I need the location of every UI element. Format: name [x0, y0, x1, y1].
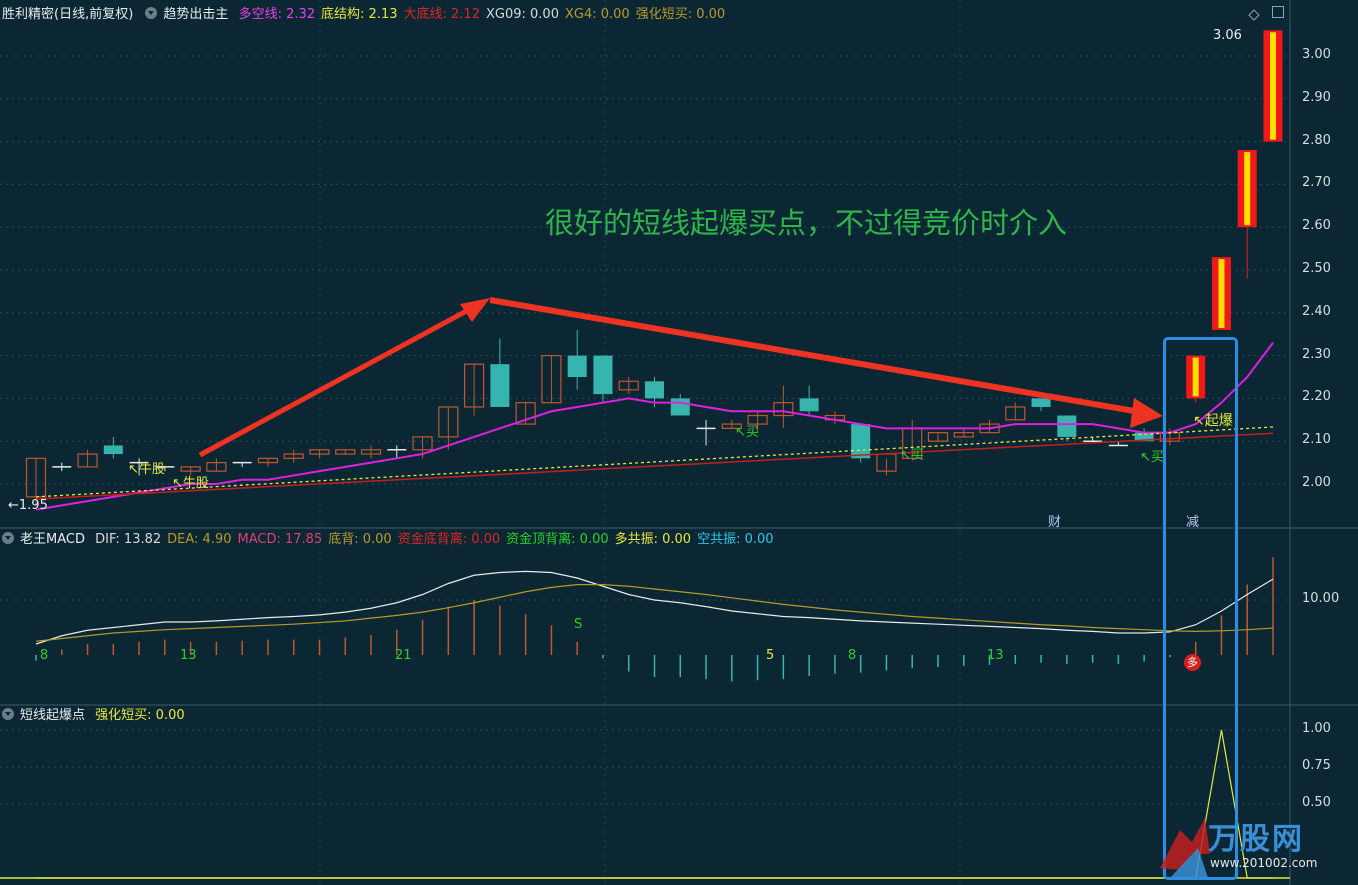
dropdown-icon[interactable] — [2, 708, 14, 720]
price-tick-label: 3.00 — [1302, 47, 1331, 62]
limit-up-candle-core — [1218, 259, 1225, 328]
header_macd-item: DEA: 4.90 — [167, 532, 232, 547]
burst-tick-label: 1.00 — [1302, 721, 1331, 736]
macd-count-label: 13 — [180, 648, 197, 663]
limit-up-candle-core — [1244, 152, 1251, 226]
price-tick-label: 2.10 — [1302, 432, 1331, 448]
burst-tick-label: 0.75 — [1302, 758, 1331, 773]
indicator-lines — [35, 342, 1274, 511]
macd-pane-header: 老王MACD DIF: 13.82 DEA: 4.90 MACD: 17.85 底背:… — [0, 529, 786, 551]
header_macd-item: 底背: 0.00 — [328, 532, 392, 547]
candle-down — [670, 398, 690, 416]
macd-count-label: 8 — [40, 648, 49, 663]
header_main-item: 多空线: 2.32 — [238, 7, 316, 22]
header_burst-item: 强化短买: 0.00 — [95, 708, 185, 723]
header_macd-item: MACD: 17.85 — [237, 532, 323, 547]
buy-signal-label: ↖买 — [900, 448, 924, 463]
candle-down — [799, 398, 819, 412]
macd-count-label: 8 — [848, 648, 857, 663]
burst-title[interactable]: 短线起爆点 — [20, 708, 85, 723]
price-tick-label: 2.80 — [1302, 132, 1331, 148]
price-tick-label: 2.40 — [1302, 303, 1331, 319]
stock-title: 胜利精密(日线,前复权) — [2, 7, 134, 22]
header_macd-item: 资金底背离: 0.00 — [397, 532, 501, 547]
macd-count-label: 13 — [987, 648, 1004, 663]
dropdown-icon[interactable] — [2, 532, 14, 544]
header_main-item: 底结构: 2.13 — [321, 7, 398, 22]
burst-pane-header: 短线起爆点 强化短买: 0.00 — [0, 705, 197, 727]
candle-down — [851, 424, 871, 459]
header_main-item: XG09: 0.00 — [485, 7, 559, 22]
watermark-brand: 万股网 — [1208, 822, 1304, 857]
header_main-item: XG4: 0.00 — [564, 7, 630, 22]
indicator-name[interactable]: 趋势出击主 — [163, 7, 228, 22]
annotation-text: 很好的短线起爆买点，不过得竞价时介入 — [545, 206, 1068, 240]
selection-highlight-box — [1163, 337, 1238, 880]
duokong-line — [35, 342, 1274, 511]
watermark-url: www.201002.com — [1210, 856, 1318, 870]
trend-arrows — [198, 297, 1163, 458]
candle-down — [1057, 415, 1077, 437]
stock-chart-window[interactable]: 胜利精密(日线,前复权) 趋势出击主 多空线: 2.32 底结构: 2.13 大底线… — [0, 0, 1358, 885]
chart-canvas[interactable] — [0, 0, 1358, 885]
macd-title[interactable]: 老王MACD — [20, 532, 85, 547]
dijiegou-line — [35, 426, 1274, 498]
macd-series — [35, 557, 1274, 682]
header_main-item: 大底线: 2.12 — [403, 7, 480, 22]
dea-line — [35, 583, 1274, 642]
niu-signal-label: ↖牛股 — [128, 462, 165, 477]
macd-tick-label: 10.00 — [1302, 591, 1340, 606]
main-indicator-values: 多空线: 2.32 底结构: 2.13 大底线: 2.12 XG09: 0.00 XG4… — [239, 7, 732, 22]
low-price-label: ←1.95 — [8, 498, 48, 513]
niu-signal-label: ↖牛股 — [172, 476, 209, 491]
buy-signal-label: ↖买 — [735, 425, 759, 440]
buy-signal-label: ↖买 — [1140, 450, 1164, 465]
price-tick-label: 2.70 — [1302, 175, 1331, 191]
maximize-icon[interactable] — [1272, 6, 1284, 18]
candle-down — [490, 364, 510, 407]
macd-count-label: 5 — [766, 648, 775, 663]
header_macd-item: 多共振: 0.00 — [614, 532, 692, 547]
candle-down — [1031, 398, 1051, 407]
price-tick-label: 2.50 — [1302, 261, 1331, 276]
macd-values: DIF: 13.82 DEA: 4.90 MACD: 17.85 底背: 0.00 资金… — [95, 532, 779, 547]
watermark-logo: 万股网 www.201002.com — [1150, 808, 1350, 883]
header_macd-item: 资金顶背离: 0.00 — [506, 532, 609, 547]
limit-up-candle-core — [1270, 32, 1276, 140]
candlestick-series — [25, 30, 1283, 506]
dropdown-icon[interactable] — [145, 7, 158, 19]
high-price-label: 3.06 — [1213, 28, 1242, 43]
main-pane-header: 胜利精密(日线,前复权) 趋势出击主 多空线: 2.32 底结构: 2.13 大底线… — [0, 4, 737, 26]
price-tick-label: 2.00 — [1302, 475, 1331, 490]
burst-values: 强化短买: 0.00 — [95, 708, 190, 723]
candle-down — [593, 355, 613, 395]
macd-count-label: S — [574, 617, 583, 632]
macd-count-label: 21 — [395, 648, 412, 663]
cai-marker: 财 — [1048, 515, 1062, 530]
header_main-item: 强化短买: 0.00 — [635, 7, 726, 22]
candle-down — [645, 381, 664, 399]
candle-down — [567, 355, 587, 377]
price-tick-label: 2.60 — [1302, 218, 1331, 234]
diamond-icon[interactable] — [1248, 6, 1260, 21]
price-tick-label: 2.20 — [1302, 389, 1331, 405]
header_macd-item: DIF: 13.82 — [95, 532, 162, 547]
price-tick-label: 2.90 — [1302, 89, 1331, 105]
price-tick-label: 2.30 — [1302, 346, 1331, 362]
header_macd-item: 空共振: 0.00 — [697, 532, 774, 547]
candle-down — [103, 445, 123, 455]
dif-line — [35, 570, 1274, 645]
